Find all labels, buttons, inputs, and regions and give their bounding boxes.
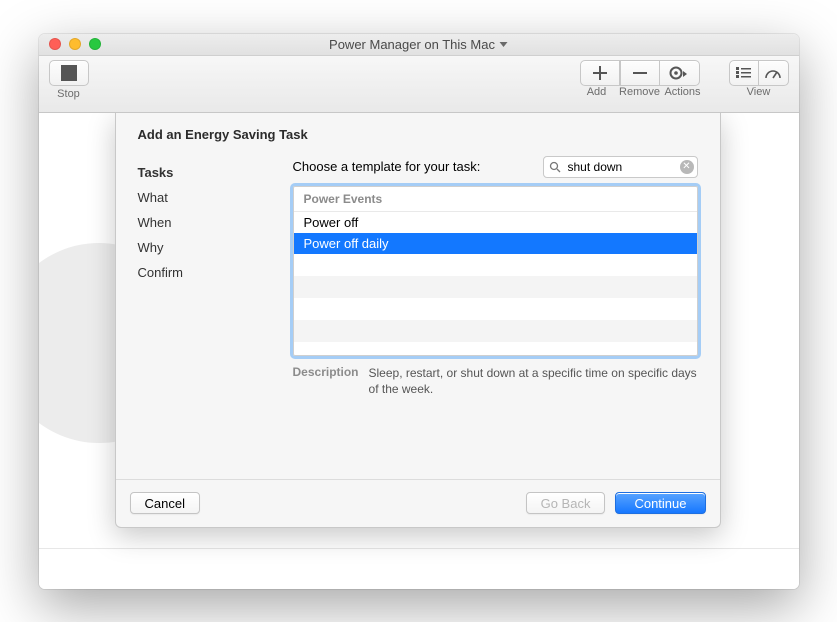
plus-icon (593, 66, 607, 80)
view-gauge-button[interactable] (759, 60, 789, 86)
clear-search-icon[interactable]: ✕ (680, 160, 694, 174)
search-field[interactable]: ✕ (543, 156, 698, 178)
toolbar: Stop Add (39, 56, 799, 113)
steps-list: Tasks What When Why Confirm (138, 156, 293, 479)
main-area: Add an Energy Saving Task Tasks What Whe… (39, 113, 799, 589)
continue-button[interactable]: Continue (615, 492, 705, 514)
window-title: Power Manager on This Mac (329, 37, 495, 52)
chevron-down-icon (500, 42, 508, 47)
view-list-button[interactable] (729, 60, 759, 86)
template-prompt: Choose a template for your task: (293, 159, 481, 174)
description-label: Description (293, 365, 359, 397)
titlebar: Power Manager on This Mac (39, 34, 799, 56)
search-input[interactable] (543, 156, 698, 178)
tool-stop[interactable]: Stop (49, 60, 89, 100)
stop-icon (61, 65, 77, 81)
tool-add-button[interactable] (580, 60, 620, 86)
add-task-sheet: Add an Energy Saving Task Tasks What Whe… (115, 113, 721, 528)
tool-remove-button[interactable] (620, 60, 660, 86)
tool-label: Add (577, 86, 617, 98)
step-confirm[interactable]: Confirm (138, 260, 293, 285)
minus-icon (633, 66, 647, 80)
list-group-header: Power Events (294, 187, 697, 212)
tool-label: Remove (617, 86, 663, 98)
template-listbox[interactable]: Power Events Power off Power off daily (293, 186, 698, 356)
step-why[interactable]: Why (138, 235, 293, 260)
tool-actions-button[interactable] (660, 60, 700, 86)
window-zoom-button[interactable] (89, 38, 101, 50)
list-item-power-off-daily[interactable]: Power off daily (294, 233, 697, 254)
app-window: Power Manager on This Mac Stop (39, 34, 799, 589)
sheet-title: Add an Energy Saving Task (116, 113, 720, 148)
window-close-button[interactable] (49, 38, 61, 50)
description-text: Sleep, restart, or shut down at a specif… (369, 365, 698, 397)
go-back-button[interactable]: Go Back (526, 492, 606, 514)
tool-label: View (747, 86, 771, 98)
divider (39, 548, 799, 549)
tool-label: Actions (663, 86, 703, 98)
step-what[interactable]: What (138, 185, 293, 210)
window-minimize-button[interactable] (69, 38, 81, 50)
description-area: Description Sleep, restart, or shut down… (293, 356, 698, 397)
list-item-power-off[interactable]: Power off (294, 212, 697, 233)
sheet-footer: Cancel Go Back Continue (116, 479, 720, 527)
search-icon (549, 161, 561, 173)
window-title-dropdown[interactable]: Power Manager on This Mac (329, 37, 508, 52)
list-icon (736, 67, 751, 78)
empty-rows (294, 254, 697, 356)
cancel-button[interactable]: Cancel (130, 492, 200, 514)
step-tasks[interactable]: Tasks (138, 160, 293, 185)
tool-label: Stop (57, 88, 80, 100)
gauge-icon (765, 67, 781, 79)
step-when[interactable]: When (138, 210, 293, 235)
gear-icon (669, 66, 689, 80)
